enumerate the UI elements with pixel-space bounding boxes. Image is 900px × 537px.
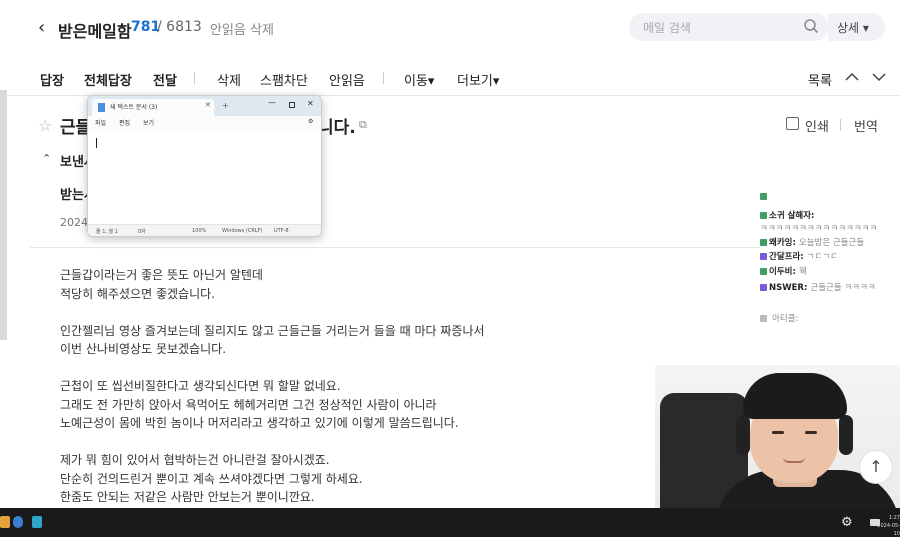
unread-count: 781 [131, 19, 161, 35]
gear-icon[interactable]: ⚙ [841, 515, 853, 530]
chat-message [760, 192, 772, 202]
maximize-icon[interactable] [289, 102, 295, 108]
divider [30, 247, 760, 248]
divider [383, 72, 384, 84]
menu-view[interactable]: 보기 [143, 118, 154, 127]
notepad-text-area[interactable] [88, 130, 321, 224]
text-cursor [96, 138, 97, 148]
headphones-icon [736, 415, 750, 455]
mail-header: ‹ 받은메일함 781 / 6813 안읽음 삭제 메일 검색 상세 ▾ [0, 0, 900, 56]
delete-unread-button[interactable]: 안읽음 삭제 [210, 19, 274, 38]
status-position: 줄 1, 열 1 [96, 229, 118, 235]
status-chars: 0자 [138, 229, 146, 235]
search-icon[interactable] [803, 18, 819, 34]
search-placeholder: 메일 검색 [643, 21, 691, 35]
taskbar: ⚙ 1:27 2024-05-10 [0, 508, 900, 537]
scrollbar[interactable] [0, 90, 7, 340]
mail-body: 근들갑이라는거 좋은 뜻도 아닌거 알텐데 적당히 해주셨으면 좋겠습니다. 인… [60, 266, 620, 507]
more-dropdown[interactable]: 더보기▾ [457, 70, 499, 89]
notepad-icon [98, 103, 105, 112]
body-line: 인간젤리님 영상 즐겨보는데 질리지도 않고 근들근들 거리는거 들을 때 마다… [60, 323, 485, 338]
open-external-icon[interactable]: ⧉ [359, 118, 367, 132]
minimize-icon[interactable]: — [268, 98, 276, 107]
total-count: / 6813 [157, 19, 202, 35]
forward-button[interactable]: 전달 [153, 70, 177, 89]
divider [194, 72, 195, 84]
close-window-icon[interactable]: ✕ [307, 99, 314, 108]
reply-all-button[interactable]: 전체답장 [84, 70, 132, 89]
browser-icon[interactable] [13, 516, 23, 528]
chat-message: ㅋㅋㅋㅋㅋㅋㅋㅋㅋㅋㅋㅋㅋㅋㅋ [760, 224, 878, 234]
chat-message: 이두비: 웩 [760, 265, 807, 277]
reply-button[interactable]: 답장 [40, 70, 64, 89]
mail-subject-tail: 니다. [318, 118, 356, 138]
add-tab-icon[interactable]: + [222, 101, 229, 110]
body-line: 단순히 건의드린거 뿐이고 계속 쓰셔야겠다면 그렇게 하세요. [60, 471, 363, 486]
menu-edit[interactable]: 편집 [119, 118, 130, 127]
taskbar-clock: 1:27 2024-05-10 [877, 515, 900, 537]
body-line: 제가 뭐 힘이 있어서 협박하는건 아니란걸 잘아시겠죠. [60, 453, 330, 467]
divider [840, 119, 841, 131]
notepad-tab[interactable]: 새 텍스트 문서 (3) ✕ [92, 99, 214, 116]
chevron-up-icon[interactable]: ⌃ [42, 152, 51, 165]
star-icon[interactable]: ☆ [38, 116, 52, 135]
printer-icon[interactable] [786, 117, 799, 130]
chat-message: 소귀 살해자: [760, 209, 817, 221]
notepad-menubar: 파일 편집 보기 ⚙ [88, 116, 321, 130]
close-icon[interactable]: ✕ [205, 101, 211, 109]
app-icon[interactable] [0, 516, 10, 528]
move-dropdown[interactable]: 이동▾ [404, 70, 434, 89]
notepad-titlebar[interactable]: 새 텍스트 문서 (3) ✕ + — ✕ [88, 96, 321, 116]
notepad-window[interactable]: 새 텍스트 문서 (3) ✕ + — ✕ 파일 편집 보기 ⚙ 줄 1, 열 1… [87, 95, 322, 237]
delete-button[interactable]: 삭제 [217, 70, 241, 89]
translate-button[interactable]: 번역 [854, 116, 878, 135]
chat-message: 왜카잉: 오늘밤은 근들근들 [760, 236, 864, 248]
notepad-statusbar: 줄 1, 열 1 0자 100% Windows (CRLF) UTF-8 [88, 224, 321, 236]
menu-file[interactable]: 파일 [95, 118, 106, 127]
chevron-down-icon[interactable] [872, 72, 886, 82]
search-input[interactable]: 메일 검색 [629, 13, 829, 41]
body-line: 적당히 해주셨으면 좋겠습니다. [60, 286, 215, 301]
body-line: 이번 산나비영상도 못보겠습니다. [60, 342, 227, 356]
chevron-left-icon[interactable]: ‹ [38, 17, 45, 38]
chat-message: 간달프라: ㄱㄷㄱㄷ [760, 250, 838, 262]
print-button[interactable]: 인쇄 [805, 116, 829, 135]
mark-unread-button[interactable]: 안읽음 [329, 70, 365, 89]
body-line: 한줌도 안되는 저같은 사람만 안보는거 뿐이니깐요. [60, 490, 315, 504]
status-encoding: UTF-8 [274, 228, 289, 234]
notepad-tab-title: 새 텍스트 문서 (3) [110, 104, 158, 111]
app-icon[interactable] [32, 516, 42, 528]
body-line: 근첩이 또 씹선비질한다고 생각되신다면 뭐 할말 없네요. [60, 379, 341, 393]
detail-search-button[interactable]: 상세 ▾ [828, 13, 885, 41]
status-line-ending: Windows (CRLF) [222, 228, 263, 234]
status-zoom: 100% [192, 228, 207, 234]
body-line: 그래도 전 가만히 앉아서 욕먹어도 헤헤거리면 그건 정상적인 사람이 아니라 [60, 397, 437, 412]
body-line: 노예근성이 몸에 박힌 놈이나 머저리라고 생각하고 있기에 이렇게 말씀드립니… [60, 416, 459, 430]
mail-toolbar: 답장 전체답장 전달 삭제 스팸차단 안읽음 이동▾ 더보기▾ 목록 [0, 60, 900, 96]
chat-message: 아티클: [760, 312, 798, 324]
gear-icon[interactable]: ⚙ [308, 118, 313, 125]
folder-title: 받은메일함 [58, 22, 132, 41]
chat-message: NSWER: 근들근들 ㅋㅋㅋㅋ [760, 281, 876, 293]
body-line: 근들갑이라는거 좋은 뜻도 아닌거 알텐데 [60, 268, 263, 282]
chevron-up-icon[interactable] [845, 72, 859, 82]
block-spam-button[interactable]: 스팸차단 [260, 70, 308, 89]
webcam-overlay [655, 365, 900, 530]
mail-date: 2024 [60, 216, 88, 229]
list-button[interactable]: 목록 [808, 70, 832, 89]
scroll-to-top-button[interactable]: ↑ [859, 450, 893, 484]
